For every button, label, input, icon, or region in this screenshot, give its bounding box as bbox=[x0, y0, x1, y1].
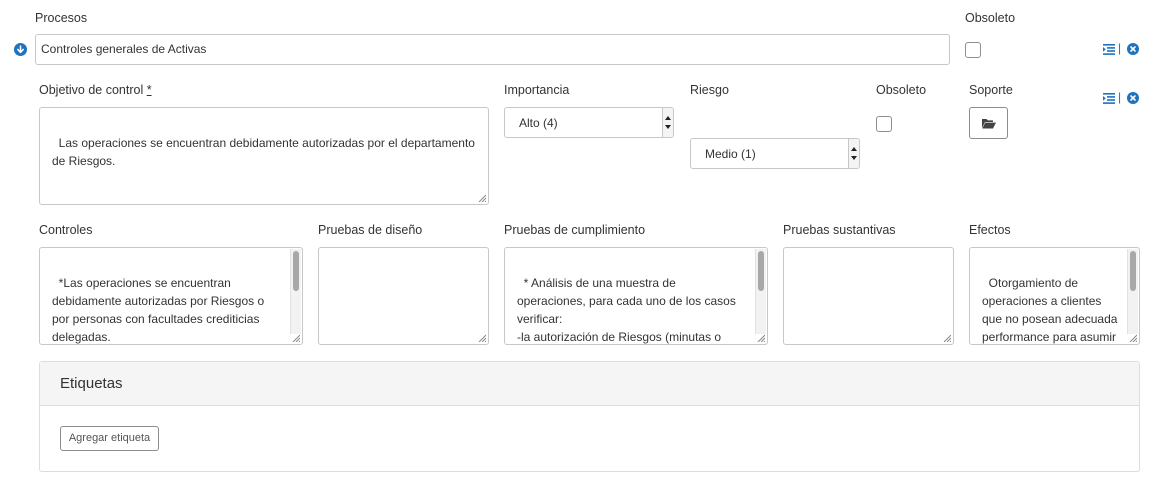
effects-textarea[interactable]: Otorgamiento de operaciones a clientes q… bbox=[969, 247, 1140, 345]
scrollbar[interactable] bbox=[290, 249, 301, 334]
tags-panel-title: Etiquetas bbox=[40, 362, 1139, 406]
process-label: Procesos bbox=[35, 11, 88, 25]
importance-selected: Alto (4) bbox=[519, 116, 558, 130]
effects-text: Otorgamiento de operaciones a clientes q… bbox=[982, 276, 1118, 344]
indent-list-icon[interactable] bbox=[1103, 44, 1115, 55]
controls-text: *Las operaciones se encuentran debidamen… bbox=[52, 276, 265, 344]
select-arrows-icon bbox=[848, 139, 859, 168]
required-mark: * bbox=[146, 83, 152, 97]
importance-select[interactable]: Alto (4) bbox=[504, 107, 674, 138]
scrollbar-thumb[interactable] bbox=[758, 251, 764, 291]
importance-label: Importancia bbox=[504, 83, 570, 97]
substantive-tests-textarea[interactable] bbox=[783, 247, 954, 345]
support-button[interactable] bbox=[969, 107, 1008, 139]
compliance-tests-label: Pruebas de cumplimiento bbox=[504, 223, 646, 237]
compliance-tests-textarea[interactable]: * Análisis de una muestra de operaciones… bbox=[504, 247, 768, 345]
objective-label: Objetivo de control * bbox=[39, 83, 152, 97]
process-obsolete-checkbox[interactable] bbox=[965, 42, 981, 58]
controls-textarea[interactable]: *Las operaciones se encuentran debidamen… bbox=[39, 247, 303, 345]
icon-separator: | bbox=[1118, 90, 1122, 104]
arrow-down-circle-icon[interactable] bbox=[14, 43, 27, 56]
resize-grip-icon[interactable] bbox=[292, 334, 300, 342]
resize-grip-icon[interactable] bbox=[478, 194, 486, 202]
icon-separator: | bbox=[1118, 41, 1122, 55]
resize-grip-icon[interactable] bbox=[478, 334, 486, 342]
risk-select[interactable]: Medio (1) bbox=[690, 138, 860, 169]
obsolete-label: Obsoleto bbox=[876, 83, 927, 97]
design-tests-label: Pruebas de diseño bbox=[318, 223, 423, 237]
scrollbar-thumb[interactable] bbox=[1130, 251, 1136, 291]
objective-text: Las operaciones se encuentran debidament… bbox=[52, 136, 479, 168]
scrollbar-thumb[interactable] bbox=[293, 251, 299, 291]
scrollbar[interactable] bbox=[1127, 249, 1138, 334]
process-obsolete-label: Obsoleto bbox=[965, 11, 1016, 25]
risk-selected: Medio (1) bbox=[705, 147, 756, 161]
close-circle-icon[interactable] bbox=[1127, 92, 1139, 104]
indent-list-icon[interactable] bbox=[1103, 93, 1115, 104]
process-input[interactable]: Controles generales de Activas bbox=[35, 34, 950, 65]
obsolete-checkbox[interactable] bbox=[876, 116, 892, 132]
folder-open-icon bbox=[982, 119, 996, 129]
risk-label: Riesgo bbox=[690, 83, 729, 97]
close-circle-icon[interactable] bbox=[1127, 43, 1139, 55]
resize-grip-icon[interactable] bbox=[943, 334, 951, 342]
scrollbar[interactable] bbox=[755, 249, 766, 334]
compliance-tests-text: * Análisis de una muestra de operaciones… bbox=[517, 276, 736, 344]
objective-textarea[interactable]: Las operaciones se encuentran debidament… bbox=[39, 107, 489, 205]
design-tests-textarea[interactable] bbox=[318, 247, 489, 345]
add-tag-button[interactable]: Agregar etiqueta bbox=[60, 426, 159, 451]
support-label: Soporte bbox=[969, 83, 1013, 97]
resize-grip-icon[interactable] bbox=[1129, 334, 1137, 342]
controls-label: Controles bbox=[39, 223, 93, 237]
substantive-tests-label: Pruebas sustantivas bbox=[783, 223, 896, 237]
select-arrows-icon bbox=[662, 108, 673, 137]
resize-grip-icon[interactable] bbox=[757, 334, 765, 342]
effects-label: Efectos bbox=[969, 223, 1011, 237]
tags-panel: Etiquetas Agregar etiqueta bbox=[39, 361, 1140, 472]
